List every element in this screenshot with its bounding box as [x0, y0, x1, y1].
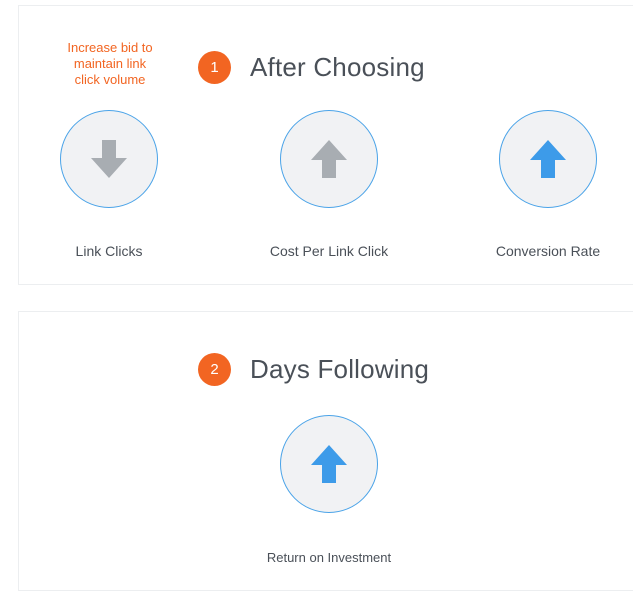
- section-heading-days-following: 2 Days Following: [198, 353, 429, 386]
- metric-return-on-investment: Return on Investment: [229, 415, 429, 565]
- metric-conversion-rate: Conversion Rate: [448, 110, 633, 259]
- metric-label-return-on-investment: Return on Investment: [266, 550, 392, 565]
- arrow-down-icon: [91, 140, 127, 178]
- section-title-days-following: Days Following: [250, 354, 430, 384]
- metric-ring: [280, 415, 378, 513]
- metric-cost-per-link-click: Cost Per Link Click: [229, 110, 429, 259]
- metric-label-link-clicks: Link Clicks: [75, 243, 143, 259]
- arrow-up-icon: [311, 445, 347, 483]
- bid-note-line-1: Increase bid to: [67, 40, 153, 55]
- step-badge-1: 1: [198, 51, 231, 84]
- metric-label-conversion-rate: Conversion Rate: [495, 243, 601, 259]
- bid-note: Increase bid to maintain link click volu…: [40, 40, 180, 88]
- section-heading-after-choosing: 1 After Choosing: [198, 51, 425, 84]
- step-badge-2: 2: [198, 353, 231, 386]
- bid-note-line-3: click volume: [74, 72, 146, 87]
- section-title-after-choosing: After Choosing: [250, 52, 425, 82]
- metric-ring: [60, 110, 158, 208]
- bid-note-line-2: maintain link: [73, 56, 147, 71]
- metric-ring: [499, 110, 597, 208]
- metric-link-clicks: Link Clicks: [9, 110, 209, 259]
- arrow-up-icon: [530, 140, 566, 178]
- metric-label-cost-per-link-click: Cost Per Link Click: [269, 243, 389, 259]
- arrow-up-icon: [311, 140, 347, 178]
- metric-ring: [280, 110, 378, 208]
